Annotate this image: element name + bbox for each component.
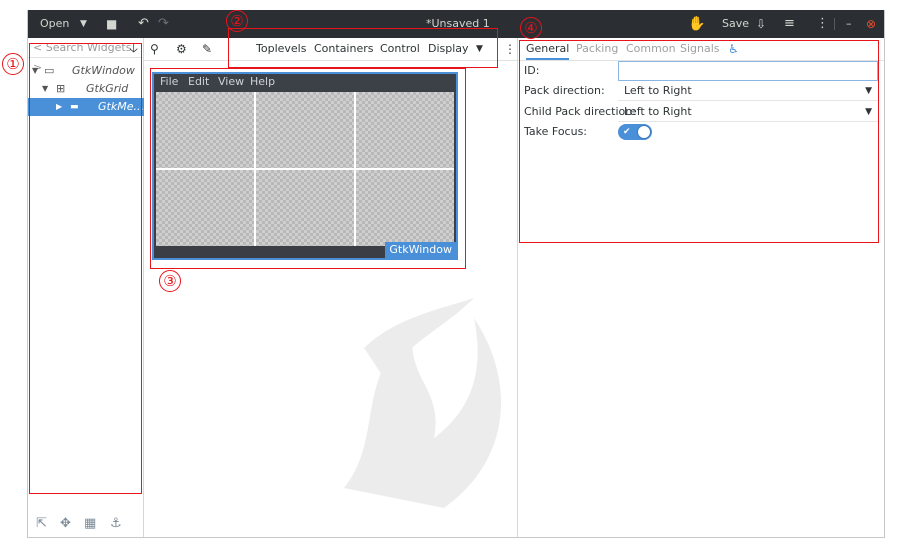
undo-icon[interactable]: ↶	[138, 10, 149, 38]
open-button[interactable]: Open	[40, 10, 69, 38]
save-button[interactable]: Save	[722, 10, 749, 38]
frame-right-border	[884, 10, 885, 538]
palette-options-icon[interactable]: ⋮	[504, 38, 516, 60]
widget-select-icon[interactable]: ⚙	[176, 38, 187, 60]
new-file-icon[interactable]: ■	[106, 10, 117, 38]
export-icon[interactable]: ⇩	[756, 10, 766, 38]
edit-pencil-icon[interactable]: ✎	[202, 38, 212, 60]
close-icon[interactable]: ⊗	[866, 10, 876, 38]
open-dropdown-icon[interactable]: ▼	[80, 10, 87, 38]
glade-logo-icon: ✋	[688, 16, 706, 32]
frame-bottom-border	[28, 537, 884, 538]
annotation-box-4	[519, 40, 879, 243]
glade-watermark-icon	[344, 298, 502, 508]
hamburger-menu-icon[interactable]: ≡	[784, 10, 795, 38]
drag-resize-icon[interactable]: ✥	[60, 516, 71, 531]
annotation-box-3	[150, 68, 466, 269]
annotation-label-3: ③	[159, 270, 181, 292]
annotation-box-2	[228, 28, 498, 68]
annotation-label-2: ②	[226, 10, 248, 32]
search-icon[interactable]: ⚲	[150, 38, 159, 60]
more-options-icon[interactable]: ⋮	[816, 10, 829, 38]
edit-mode-toolbar: ⇱ ✥ ▦ ⚓	[28, 514, 144, 536]
redo-icon: ↷	[158, 16, 169, 31]
minimize-icon[interactable]: –	[846, 10, 852, 38]
annotation-label-1: ①	[2, 53, 24, 75]
margin-edit-icon[interactable]: ▦	[84, 516, 96, 531]
pointer-icon[interactable]: ⇱	[36, 516, 47, 531]
annotation-label-4: ④	[520, 17, 542, 39]
header-separator	[834, 18, 835, 30]
annotation-box-1	[29, 43, 142, 494]
align-edit-icon[interactable]: ⚓	[110, 516, 122, 531]
